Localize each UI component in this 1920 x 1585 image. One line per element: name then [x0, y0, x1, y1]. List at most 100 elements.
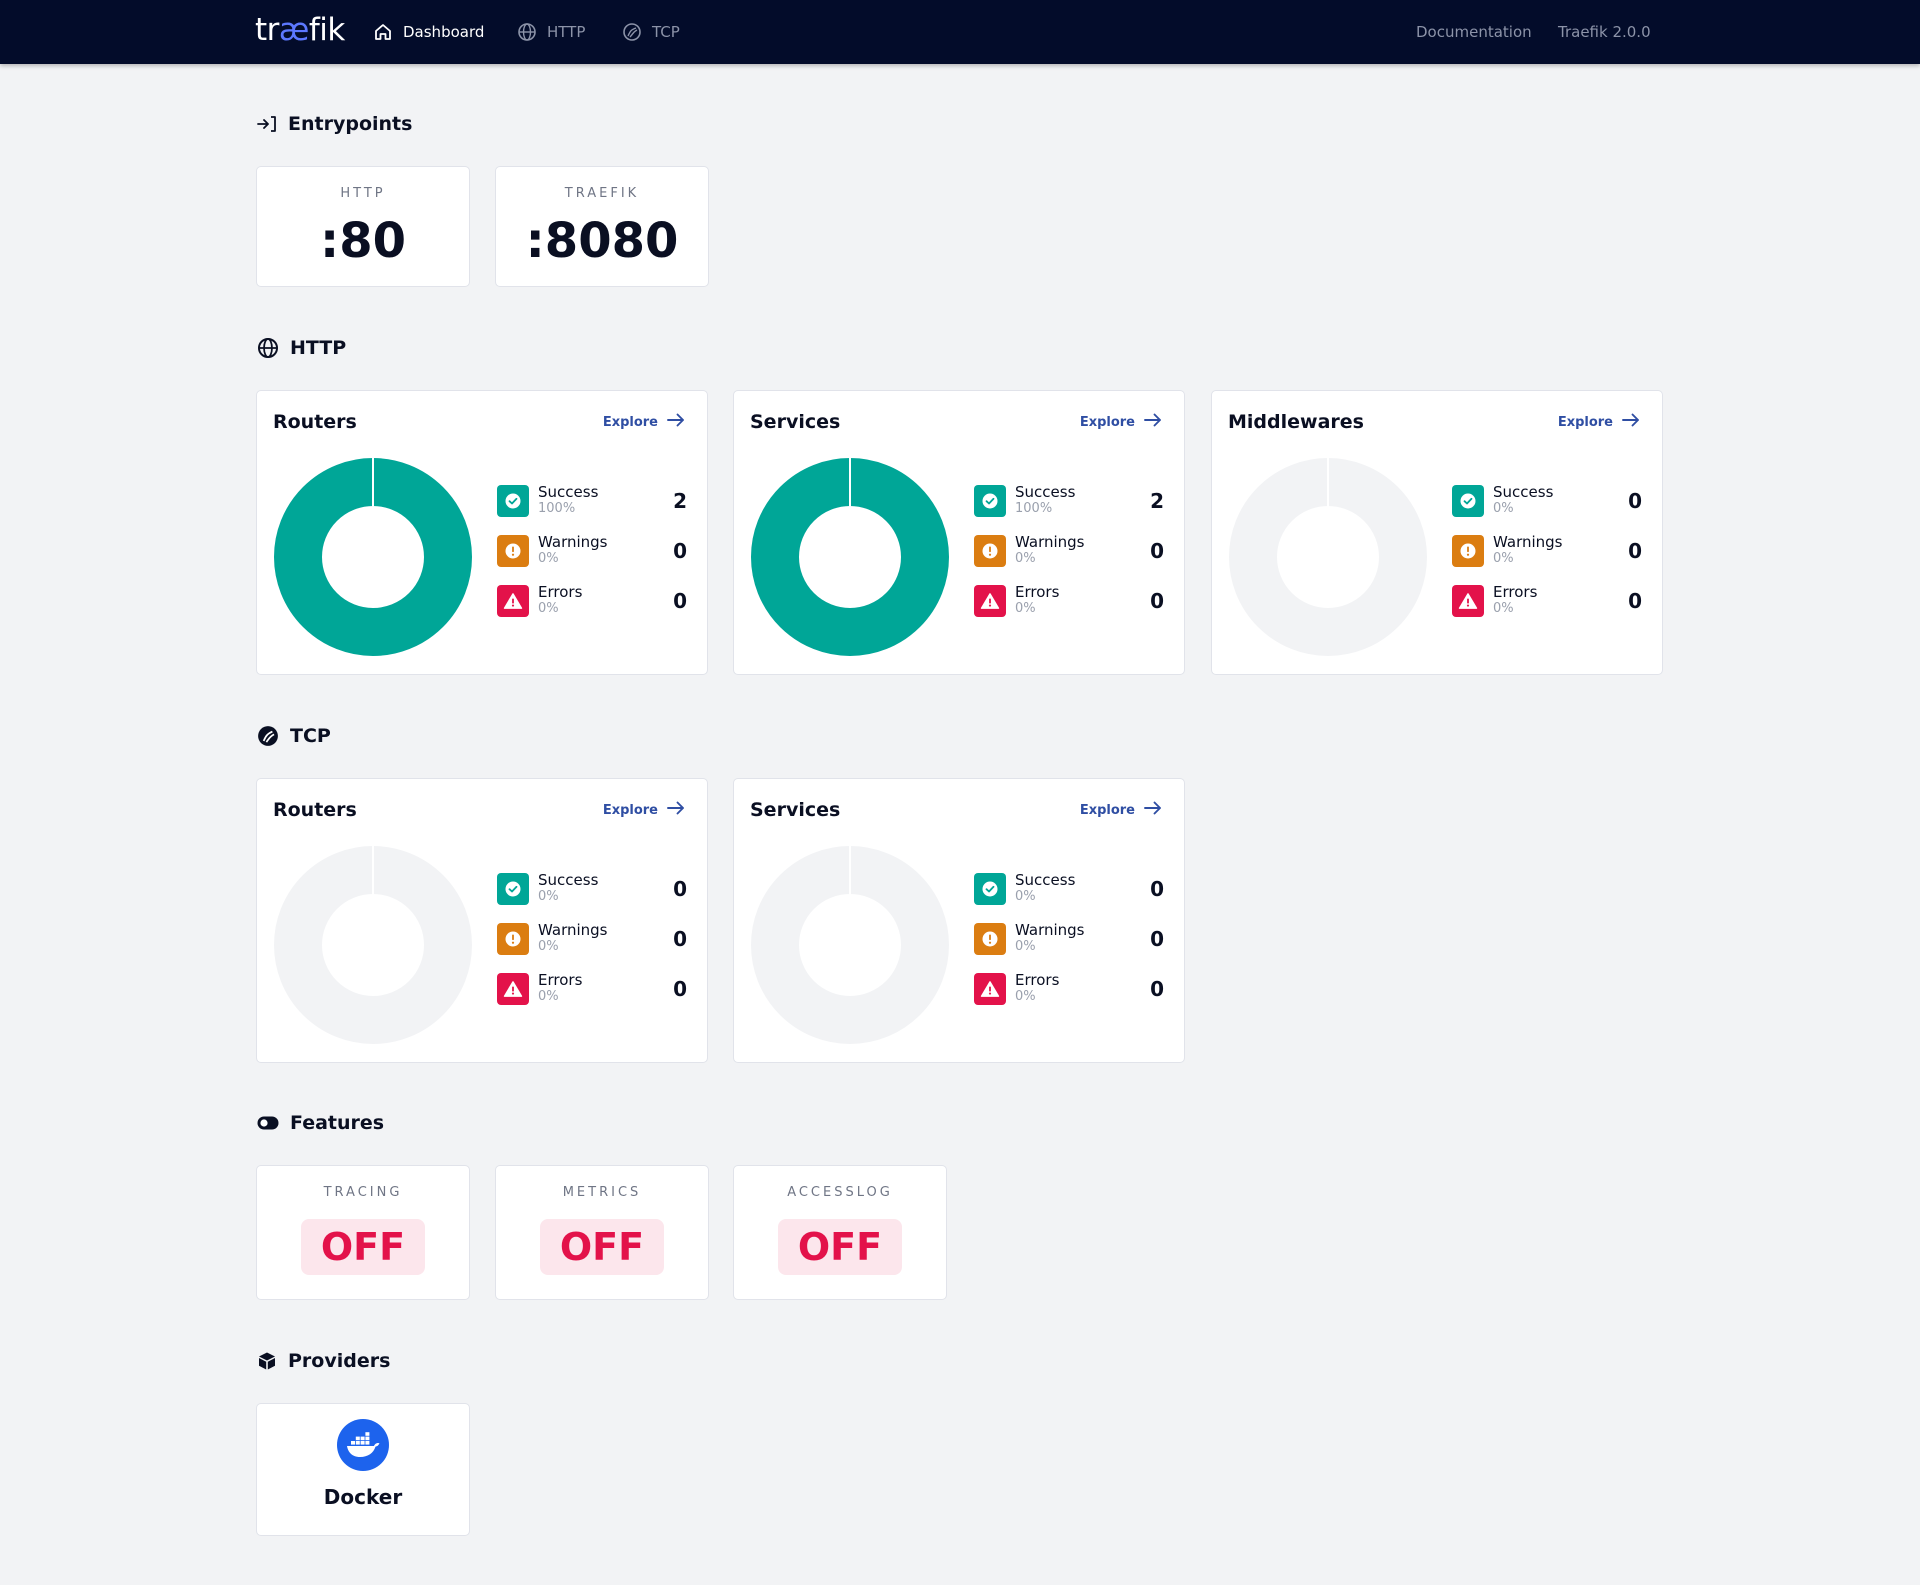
legend-percent: 0% — [538, 601, 559, 616]
legend-count: 0 — [673, 589, 687, 613]
legend-count: 0 — [1150, 539, 1164, 563]
logo-text-ae: æ — [278, 12, 309, 48]
check-circle-icon — [974, 485, 1006, 517]
legend-label: Errors — [1015, 583, 1060, 601]
legend-label: Success — [1493, 483, 1554, 501]
legend-label: Success — [1015, 483, 1076, 501]
globe-icon — [517, 22, 537, 42]
legend-errors: Errors 0% 0 — [974, 583, 1164, 619]
providers-section-title: Providers — [257, 1350, 390, 1372]
nav-http-label: HTTP — [547, 23, 586, 41]
status-donut-chart — [273, 845, 473, 1049]
explore-link[interactable]: Explore — [603, 801, 685, 819]
legend-count: 0 — [1150, 927, 1164, 951]
legend-label: Errors — [538, 583, 583, 601]
check-circle-icon — [497, 873, 529, 905]
http-section-title: HTTP — [257, 337, 346, 359]
http-title-text: HTTP — [290, 337, 347, 359]
legend-percent: 0% — [1015, 889, 1036, 904]
legend-errors: Errors 0% 0 — [497, 971, 687, 1007]
legend-warnings: Warnings 0% 0 — [1452, 533, 1642, 569]
check-circle-icon — [1452, 485, 1484, 517]
card-title: Services — [750, 411, 841, 433]
explore-label: Explore — [1079, 414, 1135, 430]
legend-count: 0 — [1150, 589, 1164, 613]
http-card-routers: Routers Explore Success 100% 2 Warnings 0% 0 Err… — [256, 390, 708, 675]
legend-success: Success 0% 0 — [974, 871, 1164, 907]
legend-count: 0 — [1628, 489, 1642, 513]
legend-count: 0 — [1150, 977, 1164, 1001]
arrow-right-icon — [1622, 413, 1640, 431]
legend-count: 0 — [673, 977, 687, 1001]
toggle-icon — [257, 1116, 279, 1130]
entrypoint-card-traefik: TRAEFIK :8080 — [495, 166, 709, 287]
legend-warnings: Warnings 0% 0 — [974, 921, 1164, 957]
feature-status-badge: OFF — [540, 1219, 664, 1275]
nav-tcp-label: TCP — [652, 23, 680, 41]
check-circle-icon — [497, 485, 529, 517]
legend-count: 2 — [1150, 489, 1164, 513]
explore-label: Explore — [1557, 414, 1613, 430]
explore-link[interactable]: Explore — [603, 413, 685, 431]
legend-errors: Errors 0% 0 — [974, 971, 1164, 1007]
legend-percent: 0% — [1493, 551, 1514, 566]
entrypoints-section-title: Entrypoints — [257, 113, 412, 135]
globe-icon — [257, 337, 279, 359]
alert-triangle-icon — [974, 585, 1006, 617]
explore-link[interactable]: Explore — [1080, 413, 1162, 431]
legend-errors: Errors 0% 0 — [1452, 583, 1642, 619]
feature-card-accesslog: ACCESSLOG OFF — [733, 1165, 947, 1300]
nav-dashboard[interactable]: Dashboard — [373, 0, 484, 64]
features-section-title: Features — [257, 1112, 384, 1134]
alert-triangle-icon — [1452, 585, 1484, 617]
status-donut-chart — [750, 845, 950, 1049]
legend-percent: 0% — [538, 889, 559, 904]
legend-warnings: Warnings 0% 0 — [974, 533, 1164, 569]
explore-label: Explore — [602, 802, 658, 818]
explore-label: Explore — [1079, 802, 1135, 818]
legend-percent: 0% — [1493, 501, 1514, 516]
alert-triangle-icon — [497, 973, 529, 1005]
feature-label: ACCESSLOG — [787, 1185, 893, 1200]
legend-label: Success — [538, 483, 599, 501]
legend-count: 0 — [1628, 539, 1642, 563]
features-title-text: Features — [290, 1112, 385, 1134]
entrypoint-label: TRAEFIK — [564, 186, 640, 201]
nav-tcp[interactable]: TCP — [622, 0, 680, 64]
tcp-section-title: TCP — [257, 725, 331, 747]
provider-name: Docker — [323, 1485, 403, 1509]
legend-percent: 100% — [1015, 501, 1053, 516]
explore-link[interactable]: Explore — [1080, 801, 1162, 819]
tcp-icon — [257, 725, 279, 747]
legend-warnings: Warnings 0% 0 — [497, 921, 687, 957]
legend-percent: 100% — [538, 501, 576, 516]
legend-label: Success — [1015, 871, 1076, 889]
nav-http[interactable]: HTTP — [517, 0, 585, 64]
card-title: Routers — [273, 411, 357, 433]
feature-card-tracing: TRACING OFF — [256, 1165, 470, 1300]
tcp-card-routers: Routers Explore Success 0% 0 Warnings 0% 0 Error… — [256, 778, 708, 1063]
legend-label: Warnings — [1015, 533, 1085, 551]
provider-card-docker[interactable]: Docker — [256, 1403, 470, 1536]
entrypoint-card-http: HTTP :80 — [256, 166, 470, 287]
explore-link[interactable]: Explore — [1558, 413, 1640, 431]
entrypoints-title-text: Entrypoints — [288, 113, 413, 135]
legend-success: Success 0% 0 — [497, 871, 687, 907]
legend-errors: Errors 0% 0 — [497, 583, 687, 619]
legend-percent: 0% — [1015, 601, 1036, 616]
entrypoint-port: :80 — [320, 213, 406, 269]
legend-count: 0 — [1628, 589, 1642, 613]
traefik-logo[interactable]: træfik — [255, 12, 345, 48]
arrow-right-icon — [1144, 413, 1162, 431]
entrypoint-port: :8080 — [525, 213, 679, 269]
legend-label: Warnings — [1015, 921, 1085, 939]
version-label[interactable]: Traefik 2.0.0 — [1558, 0, 1651, 64]
legend-label: Errors — [538, 971, 583, 989]
documentation-link[interactable]: Documentation — [1416, 0, 1532, 64]
feature-status-badge: OFF — [301, 1219, 425, 1275]
legend-label: Errors — [1493, 583, 1538, 601]
http-card-middlewares: Middlewares Explore Success 0% 0 Warnings 0% 0 E… — [1211, 390, 1663, 675]
legend-warnings: Warnings 0% 0 — [497, 533, 687, 569]
legend-percent: 0% — [1493, 601, 1514, 616]
legend-label: Warnings — [538, 921, 608, 939]
